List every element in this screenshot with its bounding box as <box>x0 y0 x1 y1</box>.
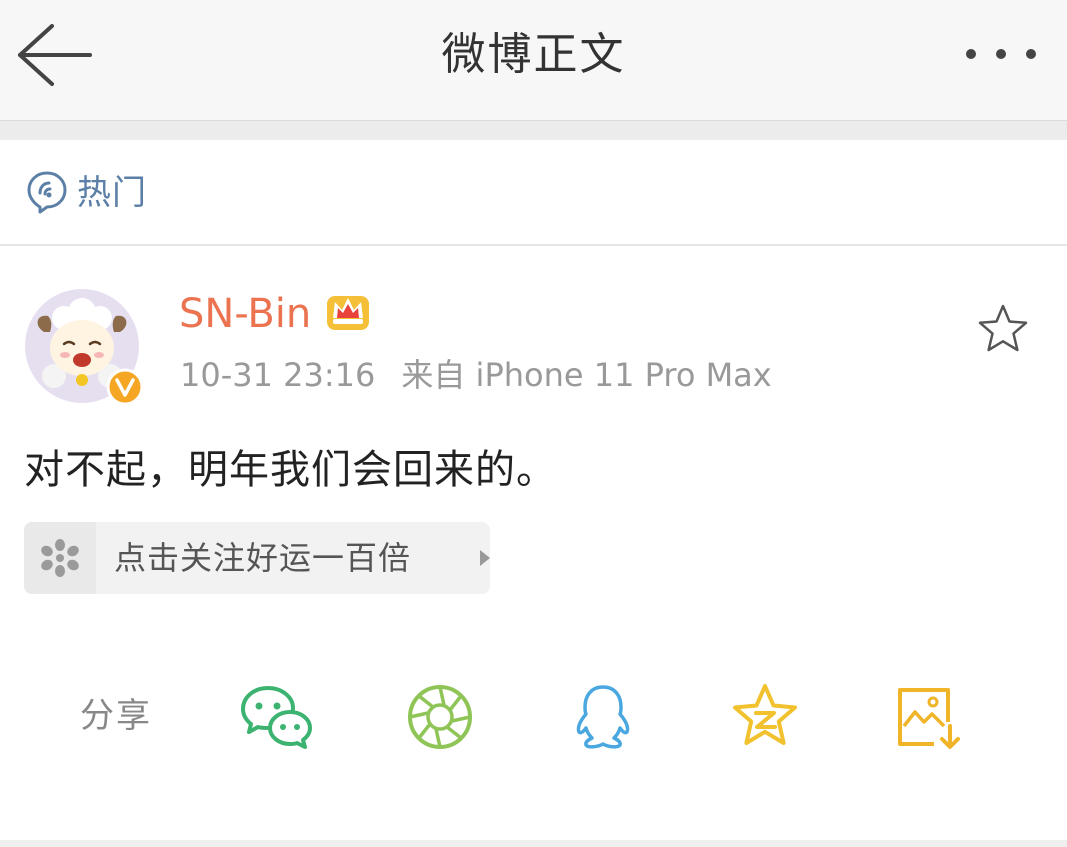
page-title: 微博正文 <box>441 29 626 80</box>
share-qzone-button[interactable] <box>728 682 802 752</box>
more-button[interactable] <box>955 30 1047 78</box>
wechat-icon <box>241 686 312 749</box>
moments-icon <box>408 685 472 749</box>
promo-icon-box <box>24 522 96 594</box>
post-timestamp: 10-31 23:16 <box>180 356 376 394</box>
qq-icon <box>576 685 630 749</box>
post-content: 对不起，明年我们会回来的。 <box>24 447 557 493</box>
share-wechat-button[interactable] <box>240 682 314 752</box>
hot-section[interactable]: 热门 <box>0 140 1067 246</box>
favorite-button[interactable] <box>976 302 1030 356</box>
more-dots-icon <box>966 49 1036 59</box>
share-qq-button[interactable] <box>566 682 640 752</box>
top-navbar: 微博正文 <box>0 0 1067 121</box>
crown-icon <box>327 296 369 330</box>
verified-v-icon <box>106 368 144 406</box>
share-moments-button[interactable] <box>404 682 478 752</box>
promo-label: 点击关注好运一百倍 <box>114 539 412 577</box>
promo-tag[interactable]: 点击关注好运一百倍 <box>24 522 490 594</box>
save-image-button[interactable] <box>890 682 964 752</box>
hot-topic-icon <box>27 171 67 214</box>
hot-label: 热门 <box>77 173 147 213</box>
bottom-divider <box>0 840 1067 847</box>
post-meta: 10-31 23:16 来自 iPhone 11 Pro Max <box>180 354 772 396</box>
avatar[interactable] <box>24 288 146 410</box>
author-name[interactable]: SN-Bin <box>179 288 311 340</box>
chevron-right-icon <box>480 550 490 566</box>
save-image-icon <box>898 688 960 749</box>
share-label: 分享 <box>80 696 152 736</box>
post-source: 来自 iPhone 11 Pro Max <box>401 356 772 394</box>
flower-icon <box>41 539 79 577</box>
star-outline-icon <box>978 304 1028 352</box>
qzone-icon <box>733 684 797 745</box>
section-divider <box>0 121 1067 140</box>
